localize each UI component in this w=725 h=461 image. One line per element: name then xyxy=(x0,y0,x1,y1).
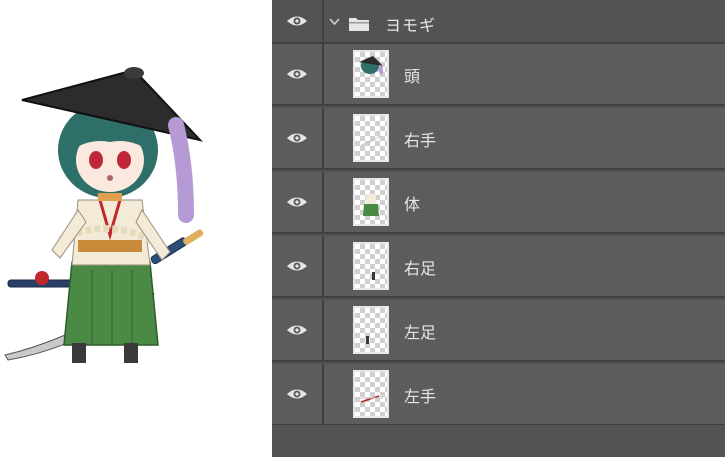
layer-thumbnail xyxy=(353,50,389,98)
eye-icon[interactable] xyxy=(286,195,308,209)
layer-name: 右手 xyxy=(404,131,437,150)
group-visibility-toggle[interactable] xyxy=(272,0,324,42)
layer-name: 体 xyxy=(404,195,421,214)
layer-visibility-toggle[interactable] xyxy=(272,236,324,296)
character-illustration xyxy=(0,0,272,457)
layer-thumbnail xyxy=(353,370,389,418)
chevron-down-icon[interactable] xyxy=(328,15,341,28)
layer-thumbnail xyxy=(353,242,389,290)
layer-row-right-hand[interactable]: 右手 xyxy=(272,108,725,170)
character-artwork xyxy=(4,67,204,363)
head-thumbnail-graphic xyxy=(359,56,383,75)
layer-name: 左手 xyxy=(404,387,437,406)
panel-empty-area xyxy=(272,425,725,457)
layer-group-row[interactable]: ヨモギ xyxy=(272,0,725,44)
folder-icon xyxy=(349,18,369,31)
layer-name: 右足 xyxy=(404,259,437,278)
eye-icon[interactable] xyxy=(286,259,308,273)
layers-panel: ヨモギ 頭 右手 体 右足 左足 左手 xyxy=(272,0,725,457)
right-hand-thumbnail-graphic xyxy=(360,135,382,147)
layer-thumbnail xyxy=(353,114,389,162)
body-thumbnail-graphic xyxy=(363,194,379,216)
layer-row-left-foot[interactable]: 左足 xyxy=(272,300,725,362)
group-name: ヨモギ xyxy=(385,16,437,35)
layer-thumbnail xyxy=(353,306,389,354)
layer-row-head[interactable]: 頭 xyxy=(272,44,725,106)
layer-visibility-toggle[interactable] xyxy=(272,300,324,360)
right-foot-thumbnail-graphic xyxy=(372,272,375,280)
layer-thumbnail xyxy=(353,178,389,226)
eye-icon[interactable] xyxy=(286,323,308,337)
eye-icon[interactable] xyxy=(286,67,308,81)
eye-icon[interactable] xyxy=(286,131,308,145)
eye-icon[interactable] xyxy=(286,387,308,401)
layer-row-left-hand[interactable]: 左手 xyxy=(272,364,725,426)
layer-row-body[interactable]: 体 xyxy=(272,172,725,234)
left-foot-thumbnail-graphic xyxy=(366,336,369,344)
layer-visibility-toggle[interactable] xyxy=(272,44,324,104)
left-hand-thumbnail-graphic xyxy=(359,395,383,403)
layer-visibility-toggle[interactable] xyxy=(272,172,324,232)
layer-name: 左足 xyxy=(404,323,437,342)
layer-visibility-toggle[interactable] xyxy=(272,108,324,168)
layer-row-right-foot[interactable]: 右足 xyxy=(272,236,725,298)
eye-icon[interactable] xyxy=(286,14,308,28)
layer-name: 頭 xyxy=(404,67,421,86)
layer-visibility-toggle[interactable] xyxy=(272,364,324,424)
